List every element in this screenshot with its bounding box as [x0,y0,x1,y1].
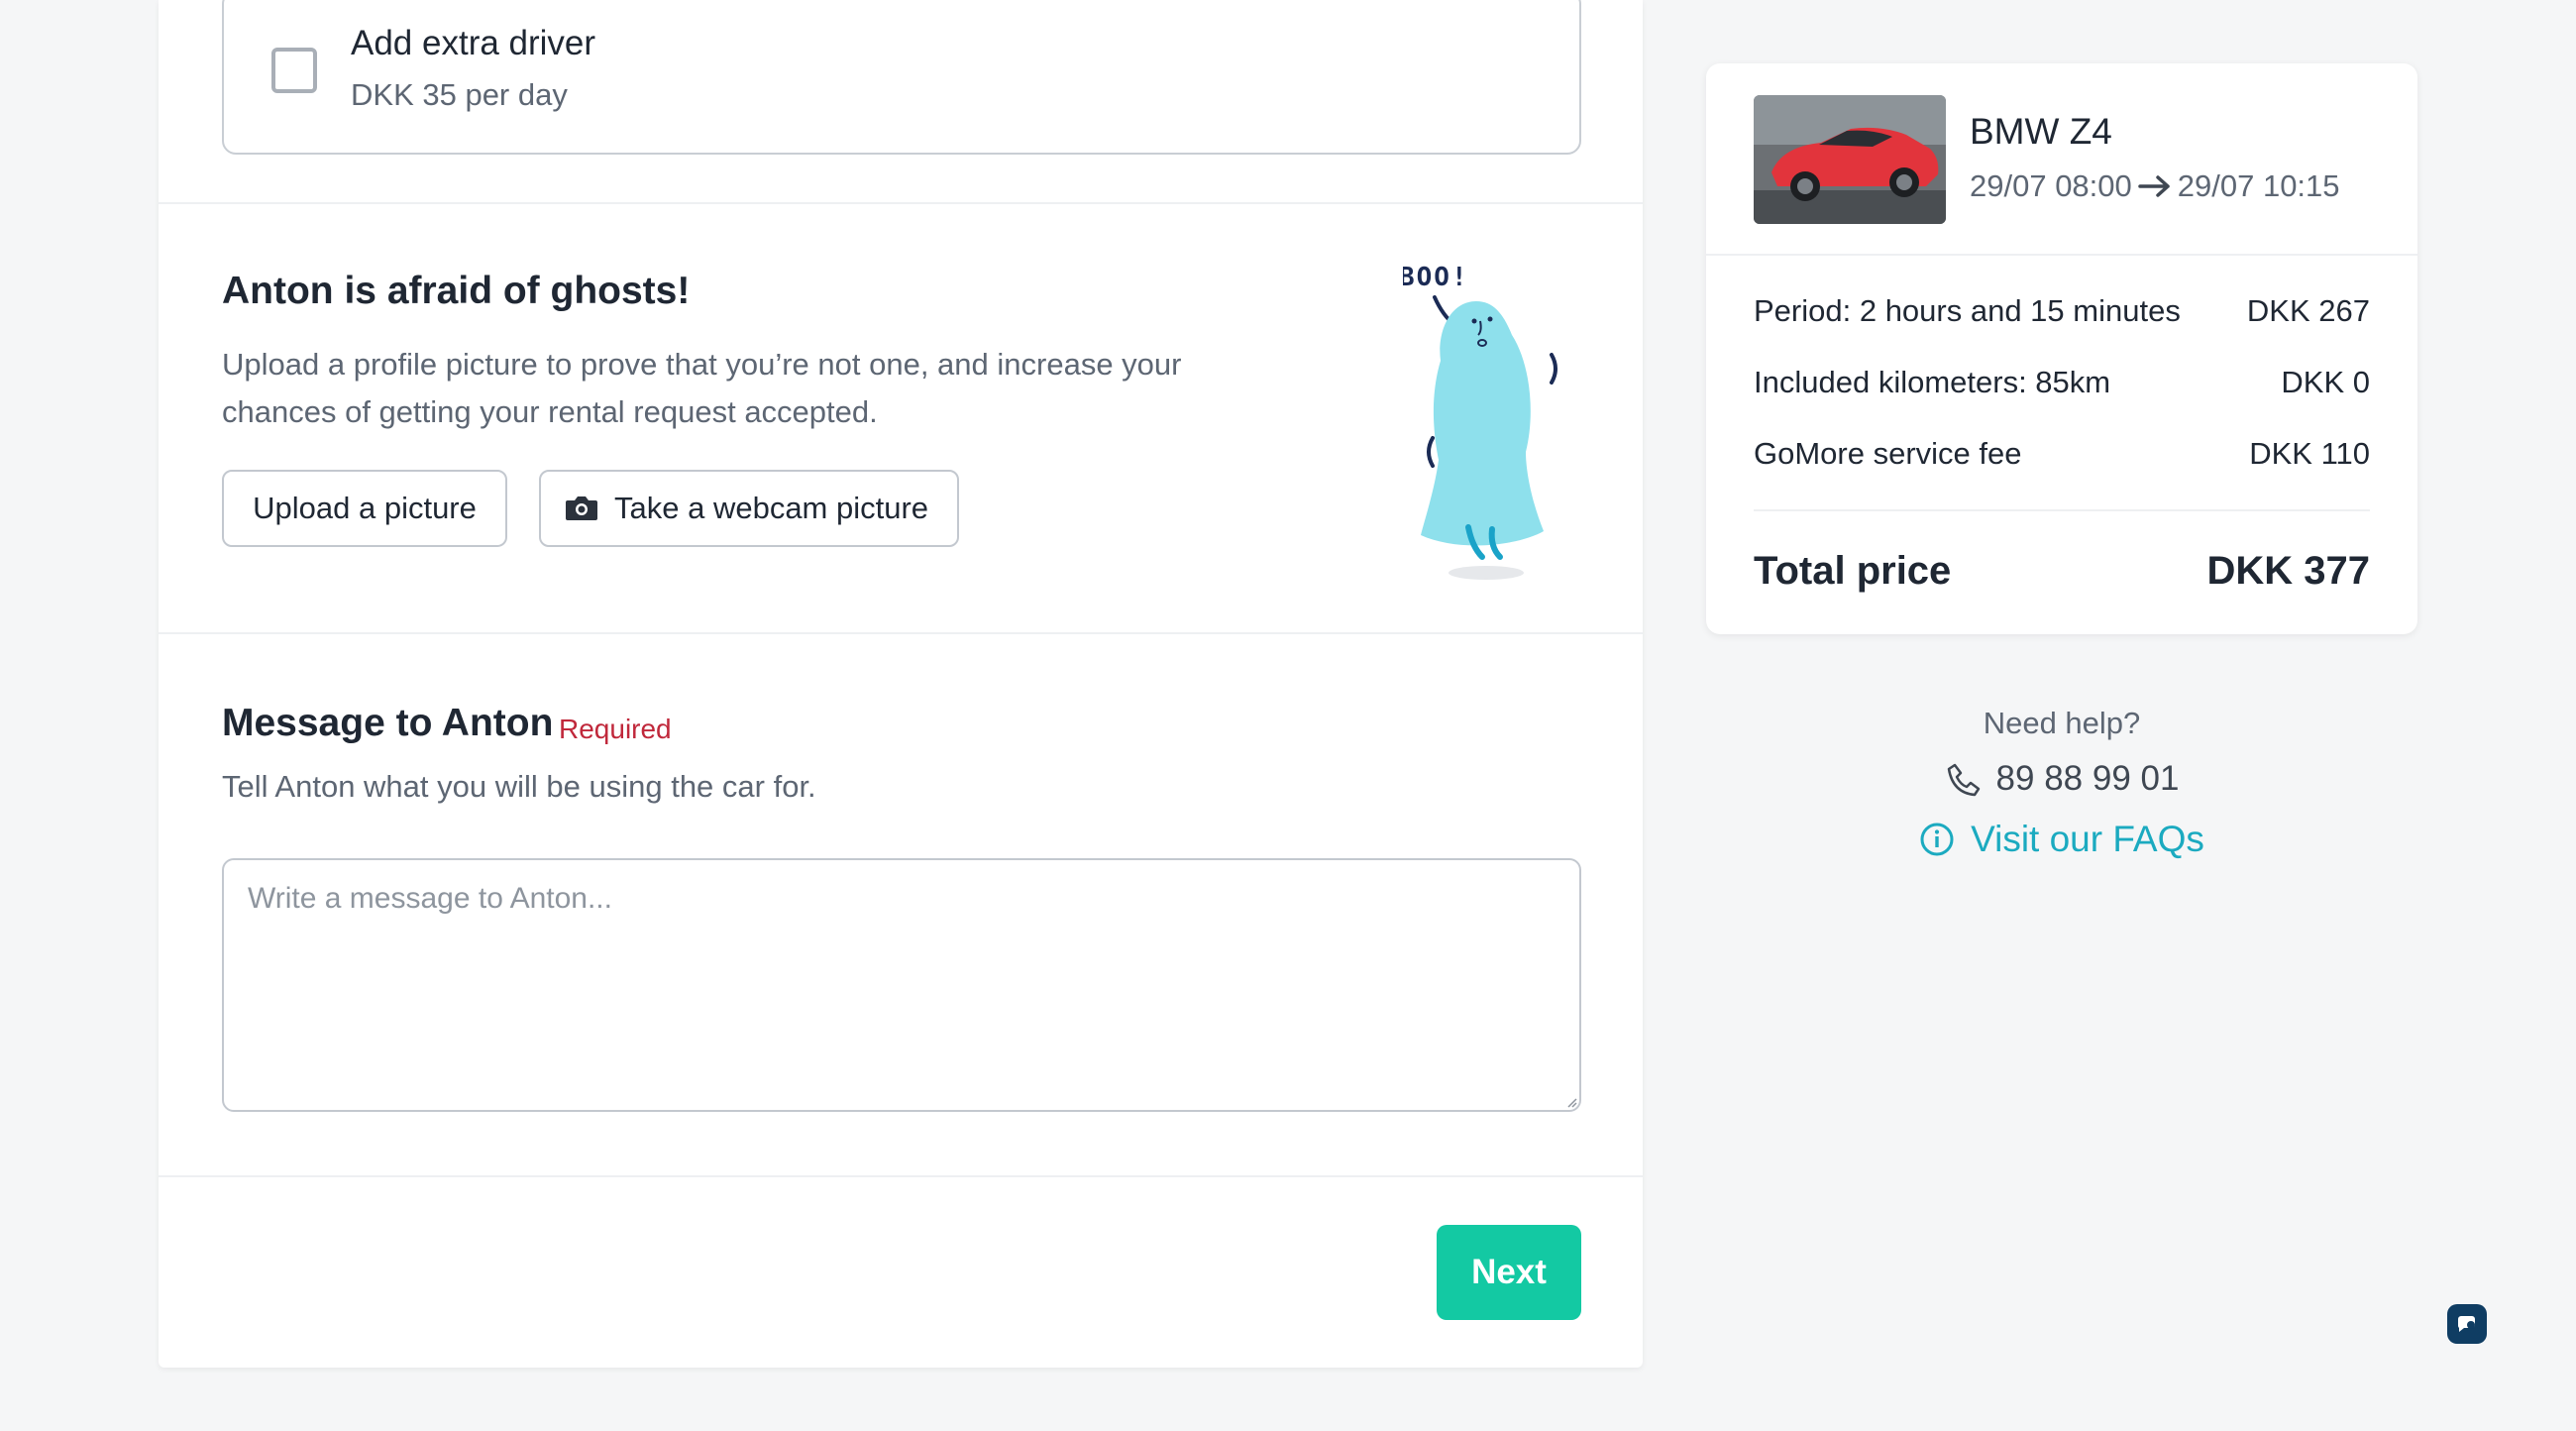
price-line-amount: DKK 0 [2281,365,2370,399]
rental-start: 29/07 08:00 [1970,168,2132,203]
info-icon [1920,823,1954,856]
message-section-subtitle: Tell Anton what you will be using the ca… [222,769,816,804]
upload-picture-label: Upload a picture [253,491,477,525]
next-button[interactable]: Next [1437,1225,1581,1320]
summary-divider [1706,254,2417,256]
camera-icon [566,496,597,520]
price-line-label: Period: 2 hours and 15 minutes [1754,293,2181,328]
price-line: Period: 2 hours and 15 minutes DKK 267 [1754,293,2370,329]
total-price-row: Total price DKK 377 [1754,549,2370,594]
webcam-picture-label: Take a webcam picture [614,491,929,525]
arrow-right-icon [2138,175,2170,197]
total-price-label: Total price [1754,549,1952,593]
help-phone[interactable]: 89 88 99 01 [1706,759,2417,799]
price-line-label: Included kilometers: 85km [1754,365,2111,399]
help-phone-number: 89 88 99 01 [1995,759,2180,798]
price-line: GoMore service fee DKK 110 [1754,436,2370,472]
chat-widget-button[interactable] [2447,1304,2487,1344]
total-price-amount: DKK 377 [2206,549,2370,593]
rental-end: 29/07 10:15 [2177,168,2340,203]
upload-picture-button[interactable]: Upload a picture [222,470,507,547]
phone-icon [1947,763,1980,797]
section-divider [159,202,1643,204]
total-divider [1754,509,2370,511]
message-section-title: Message to Anton [222,702,554,744]
price-line-amount: DKK 110 [2249,436,2370,471]
rental-period: 29/07 08:00 29/07 10:15 [1970,168,2340,204]
price-line: Included kilometers: 85km DKK 0 [1754,365,2370,400]
extra-driver-title: Add extra driver [351,24,596,62]
faq-link[interactable]: Visit our FAQs [1706,819,2417,860]
faq-link-label: Visit our FAQs [1971,819,2204,859]
webcam-picture-button[interactable]: Take a webcam picture [539,470,959,547]
need-help-title: Need help? [1983,706,2141,740]
car-photo [1754,95,1946,224]
extra-driver-price: DKK 35 per day [351,77,568,112]
ghost-section-title: Anton is afraid of ghosts! [222,270,691,312]
section-divider [159,632,1643,634]
chat-icon [2458,1316,2475,1332]
ghost-section-description: Upload a profile picture to prove that y… [222,347,1182,429]
boo-text: BOO! [1403,263,1469,292]
extra-driver-option[interactable]: Add extra driver DKK 35 per day [222,0,1581,155]
section-divider [159,1175,1643,1177]
booking-summary-card: BMW Z4 29/07 08:00 29/07 10:15 Period: 2… [1706,63,2417,634]
booking-form-card: Add extra driver DKK 35 per day Anton is… [159,0,1643,1368]
resize-grip-icon[interactable] [1565,1096,1577,1108]
price-line-label: GoMore service fee [1754,436,2022,471]
car-name: BMW Z4 [1970,111,2112,152]
extra-driver-checkbox[interactable] [271,48,317,93]
required-label: Required [559,714,672,744]
message-textarea[interactable] [222,858,1581,1112]
ghost-illustration: BOO! [1403,263,1557,580]
price-line-amount: DKK 267 [2246,293,2370,328]
